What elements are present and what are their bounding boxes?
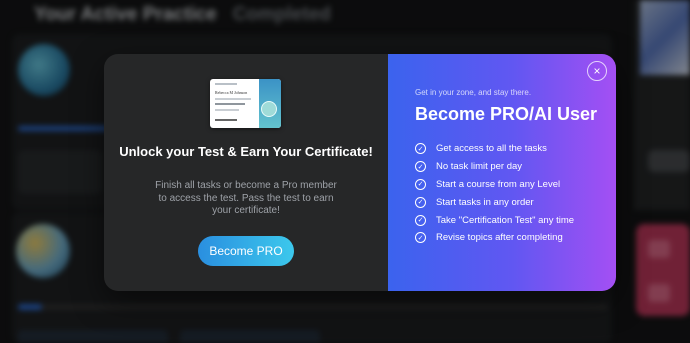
- pro-title: Become PRO/AI User: [415, 104, 598, 124]
- modal-description: Finish all tasks or become a Pro member …: [155, 180, 337, 216]
- certificate-name: Rebecca M Johnson: [215, 90, 248, 95]
- feature-label: Get access to all the tasks: [436, 143, 547, 155]
- certificate-signature: [215, 119, 237, 121]
- check-circle-icon: ✓: [415, 161, 426, 173]
- feature-label: Revise topics after completing: [436, 232, 563, 244]
- feature-label: Start tasks in any order: [436, 196, 534, 208]
- feature-label: No task limit per day: [436, 161, 523, 173]
- modal-title: Unlock your Test & Earn Your Certificate…: [119, 144, 373, 159]
- feature-label: Take "Certification Test" any time: [436, 214, 575, 226]
- check-circle-icon: ✓: [415, 143, 426, 155]
- feature-label: Start a course from any Level: [436, 178, 561, 190]
- upgrade-modal: Rebecca M Johnson Unlock your Test & Ear…: [104, 54, 616, 291]
- pro-tagline: Get in your zone, and stay there.: [415, 88, 532, 97]
- feature-item: ✓ Start tasks in any order: [415, 193, 574, 211]
- certificate-image: Rebecca M Johnson: [210, 79, 281, 128]
- feature-item: ✓ Take "Certification Test" any time: [415, 211, 574, 229]
- check-circle-icon: ✓: [415, 178, 426, 190]
- feature-item: ✓ Get access to all the tasks: [415, 140, 574, 158]
- become-pro-button[interactable]: Become PRO: [198, 236, 294, 266]
- certificate-seal-icon: [261, 101, 277, 117]
- close-icon[interactable]: ×: [587, 61, 607, 81]
- check-circle-icon: ✓: [415, 196, 426, 208]
- modal-left-panel: Rebecca M Johnson Unlock your Test & Ear…: [104, 54, 388, 291]
- feature-item: ✓ No task limit per day: [415, 158, 574, 176]
- feature-item: ✓ Revise topics after completing: [415, 229, 574, 247]
- check-circle-icon: ✓: [415, 214, 426, 226]
- modal-right-panel: × Get in your zone, and stay there. Beco…: [388, 54, 616, 291]
- feature-item: ✓ Start a course from any Level: [415, 176, 574, 194]
- feature-list: ✓ Get access to all the tasks ✓ No task li…: [415, 140, 574, 247]
- check-circle-icon: ✓: [415, 232, 426, 244]
